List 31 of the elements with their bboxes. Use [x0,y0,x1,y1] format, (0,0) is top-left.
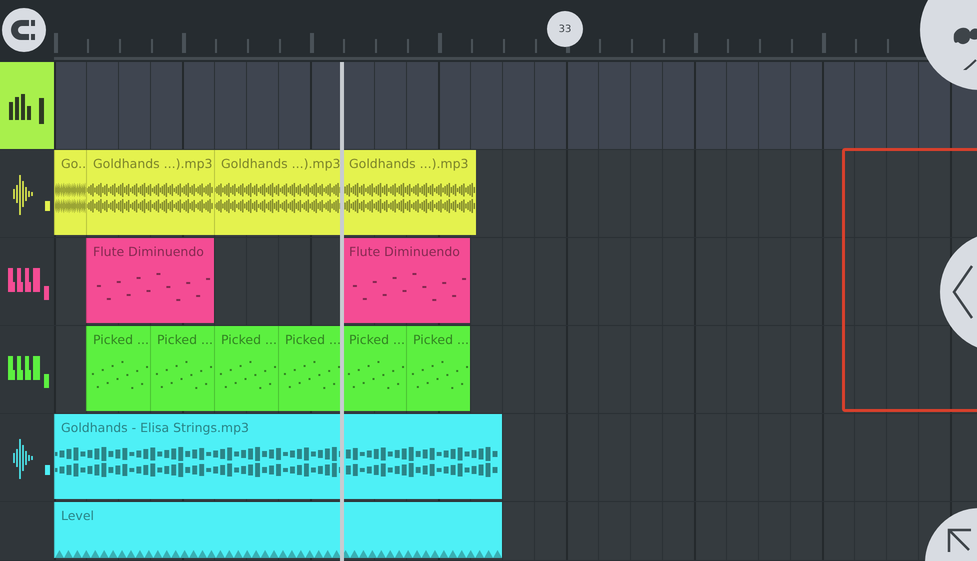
clip-label: Picked ... [348,331,406,348]
pattern-clip[interactable]: Flute Diminuendo [342,238,470,323]
pattern-clip[interactable]: Picked ... [214,326,278,411]
audio-clip[interactable]: Goldhands ...).mp3 [214,150,342,235]
clip-label: Picked ... [220,331,278,348]
position-marker[interactable]: 33 [547,11,583,47]
automation-clip[interactable]: Level [54,502,502,558]
clip-label: Picked ... [284,331,342,348]
pattern-clip[interactable]: Picked ... [86,326,150,411]
pattern-clip[interactable]: Picked ... [342,326,406,411]
audio-clip[interactable]: Go... [54,150,86,235]
pattern-clip[interactable]: Flute Diminuendo [86,238,214,323]
clip-label: Go... [60,155,86,172]
snap-button[interactable] [2,8,46,52]
clip-label: Picked ... [92,331,150,348]
clip-label: Goldhands ...).mp3 [348,155,470,172]
audio-clip[interactable]: Goldhands ...).mp3 [342,150,476,235]
clip-label: Picked ... [412,331,470,348]
clip-label: Goldhands - Elisa Strings.mp3 [60,419,250,436]
clip-label: Flute Diminuendo [348,243,461,260]
clip-label: Goldhands ...).mp3 [220,155,342,172]
audio-clip[interactable]: Goldhands - Elisa Strings.mp3 [54,414,502,499]
clip-label: Goldhands ...).mp3 [92,155,214,172]
audio-clip[interactable]: Goldhands ...).mp3 [86,150,214,235]
pattern-clip[interactable]: Picked ... [278,326,342,411]
pattern-clip[interactable]: Picked ... [406,326,470,411]
clip-label: Level [60,507,95,524]
clip-label: Picked ... [156,331,214,348]
pattern-clip[interactable]: Picked ... [150,326,214,411]
arrow-icon [947,528,973,554]
clip-label: Flute Diminuendo [92,243,205,260]
